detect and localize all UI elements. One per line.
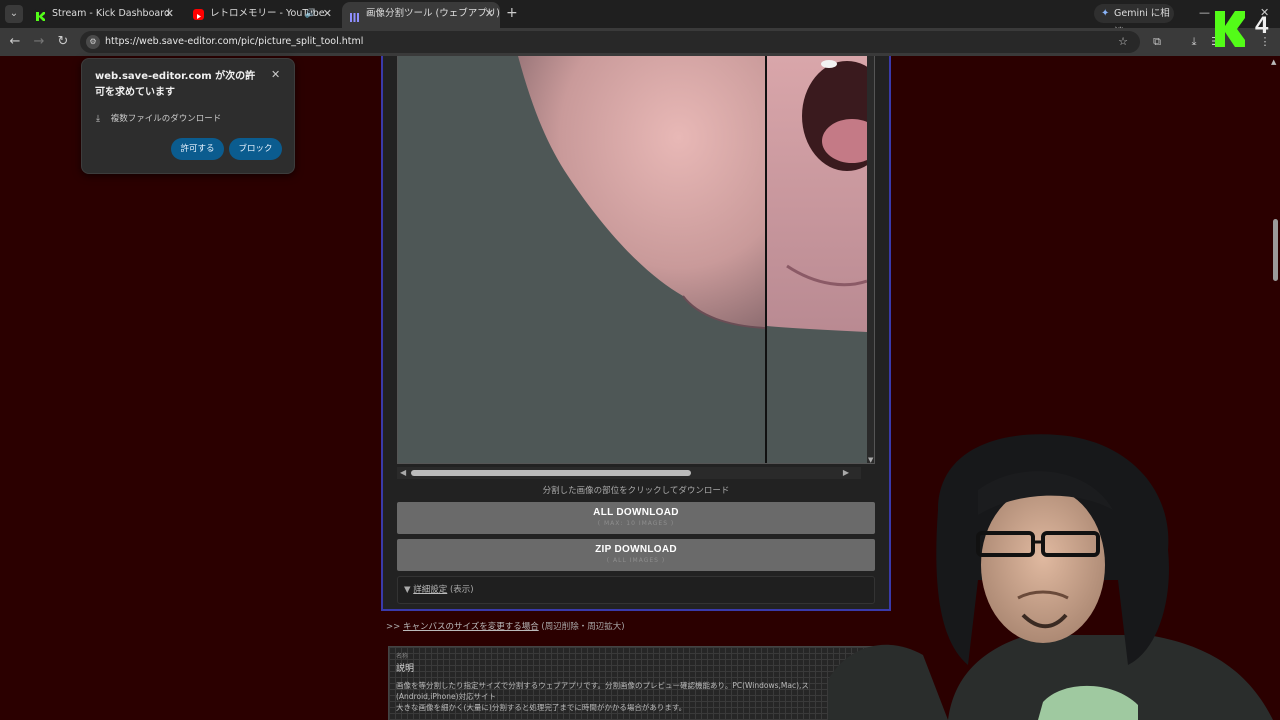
split-image-piece[interactable] <box>398 56 765 463</box>
bookmark-star-button[interactable]: ☆ <box>1114 33 1132 51</box>
star-icon: ☆ <box>1118 35 1128 48</box>
all-download-button[interactable]: ALL DOWNLOAD ( MAX: 10 IMAGES ) <box>397 502 875 534</box>
kick-logo: 4 <box>1213 8 1279 50</box>
arrow-left-icon: ← <box>9 34 21 49</box>
detail-settings-link[interactable]: 詳細設定 <box>413 585 447 595</box>
webcam-overlay <box>828 430 1280 720</box>
tab-picture-split-tool[interactable]: 画像分割ツール (ウェブアプリ) ✕ <box>342 2 500 28</box>
scroll-up-icon[interactable]: ▲ <box>1271 58 1276 66</box>
description-line: 画像を等分割したり指定サイズで分割するウェブアプリです。分割画像のプレビュー確認… <box>396 681 809 690</box>
detail-settings-state: (表示) <box>449 585 474 595</box>
block-button[interactable]: ブロック <box>229 138 282 160</box>
canvas-resize-note: (周辺削除・周辺拡大) <box>541 622 625 632</box>
description-line: 大きな画像を細かく(大量に)分割すると処理完了までに時間がかかる場合があります。 <box>396 703 687 712</box>
kick-logo-icon <box>1215 11 1225 47</box>
back-button[interactable]: ← <box>6 33 24 51</box>
close-tab-icon[interactable]: ✕ <box>323 3 332 25</box>
new-tab-button[interactable]: + <box>506 4 520 22</box>
plus-icon: + <box>506 5 518 21</box>
url-text[interactable]: https://web.save-editor.com/pic/picture_… <box>105 31 363 53</box>
split-image-viewer: ▼ <box>397 56 875 464</box>
scrollbar-thumb[interactable] <box>411 470 691 476</box>
split-image-piece[interactable] <box>767 56 867 463</box>
description-tag: 名称 <box>396 653 409 660</box>
page-scrollbar-thumb[interactable] <box>1273 219 1278 281</box>
zip-download-label: ZIP DOWNLOAD <box>595 544 677 555</box>
tab-kick-dashboard[interactable]: Stream - Kick Dashboard ✕ <box>28 3 180 25</box>
canvas-resize-line: >> キャンバスのサイズを変更する場合 (周辺削除・周辺拡大) <box>386 620 625 632</box>
minimize-icon: — <box>1199 6 1210 19</box>
triangle-down-icon: ▼ <box>404 585 411 595</box>
kick-number: 4 <box>1255 12 1269 39</box>
site-info-icon[interactable]: ⚙ <box>86 35 100 49</box>
kick-favicon-icon <box>35 9 46 21</box>
extensions-button[interactable]: ⧉ <box>1148 33 1166 51</box>
puzzle-icon: ⧉ <box>1153 35 1161 48</box>
address-bar[interactable]: ⚙ https://web.save-editor.com/pic/pictur… <box>80 31 1140 53</box>
tab-title: 画像分割ツール (ウェブアプリ) <box>366 8 500 19</box>
permission-label: 複数ファイルのダウンロード <box>110 114 222 124</box>
downloads-button[interactable]: ⤓ <box>1185 33 1203 51</box>
close-tab-icon[interactable]: ✕ <box>165 3 174 25</box>
viewer-vertical-scrollbar[interactable]: ▼ <box>867 56 874 463</box>
close-tab-icon[interactable]: ✕ <box>485 2 494 26</box>
browser-toolbar: ← → ↻ ⚙ https://web.save-editor.com/pic/… <box>0 28 1280 56</box>
description-heading: 説明 <box>396 664 415 674</box>
permission-item: ⤓ 複数ファイルのダウンロード <box>96 112 221 124</box>
reload-button[interactable]: ↻ <box>54 33 72 51</box>
sparkle-icon: ✦ <box>1101 8 1110 19</box>
popup-close-icon[interactable]: ✕ <box>271 68 280 81</box>
zip-download-button[interactable]: ZIP DOWNLOAD ( ALL IMAGES ) <box>397 539 875 571</box>
tab-title: Stream - Kick Dashboard <box>52 8 170 19</box>
description-line: (Android,iPhone)対応サイト <box>396 692 497 701</box>
download-icon: ⤓ <box>1191 35 1197 48</box>
forward-button[interactable]: → <box>30 33 48 51</box>
description-text: 画像を等分割したり指定サイズで分割するウェブアプリです。分割画像のプレビュー確認… <box>396 680 875 713</box>
download-permission-popup: web.save-editor.com が次の許可を求めています ✕ ⤓ 複数フ… <box>81 58 295 174</box>
viewer-horizontal-scrollbar[interactable]: ◀ ▶ <box>397 467 861 479</box>
tool-favicon-icon <box>349 9 360 22</box>
canvas-prefix: >> <box>386 622 401 632</box>
click-download-hint: 分割した画像の部位をクリックしてダウンロード <box>542 486 730 496</box>
description-box: 名称 説明 画像を等分割したり指定サイズで分割するウェブアプリです。分割画像のプ… <box>388 646 883 720</box>
speaker-icon[interactable]: 🔊 <box>305 3 316 25</box>
all-download-label: ALL DOWNLOAD <box>593 507 679 518</box>
scroll-left-icon[interactable]: ◀ <box>400 467 406 479</box>
minimize-button[interactable]: — <box>1199 4 1210 22</box>
tab-youtube[interactable]: レトロメモリー - YouTube 🔊 ✕ <box>186 3 338 25</box>
arrow-right-icon: → <box>33 34 45 49</box>
tab-bar: ⌄ Stream - Kick Dashboard ✕ レトロメモリー - Yo… <box>0 0 1280 38</box>
gemini-button[interactable]: ✦ Gemini に相談 <box>1094 4 1174 38</box>
detail-settings-toggle[interactable]: ▼ 詳細設定 (表示) <box>397 576 875 604</box>
download-icon: ⤓ <box>96 114 100 124</box>
chevron-down-icon: ⌄ <box>9 8 19 19</box>
youtube-favicon-icon <box>193 9 204 20</box>
tab-search-button[interactable]: ⌄ <box>5 5 23 23</box>
all-download-sub: ( MAX: 10 IMAGES ) <box>597 520 675 527</box>
reload-icon: ↻ <box>57 34 69 49</box>
canvas-resize-link[interactable]: キャンバスのサイズを変更する場合 <box>403 622 539 632</box>
split-tool-panel: ▼ ◀ ▶ 分割した画像の部位をクリックしてダウンロード ALL DOWNLOA… <box>381 56 891 611</box>
allow-button[interactable]: 許可する <box>171 138 224 160</box>
zip-download-sub: ( ALL IMAGES ) <box>606 557 666 564</box>
popup-title: web.save-editor.com が次の許可を求めています <box>95 71 256 98</box>
